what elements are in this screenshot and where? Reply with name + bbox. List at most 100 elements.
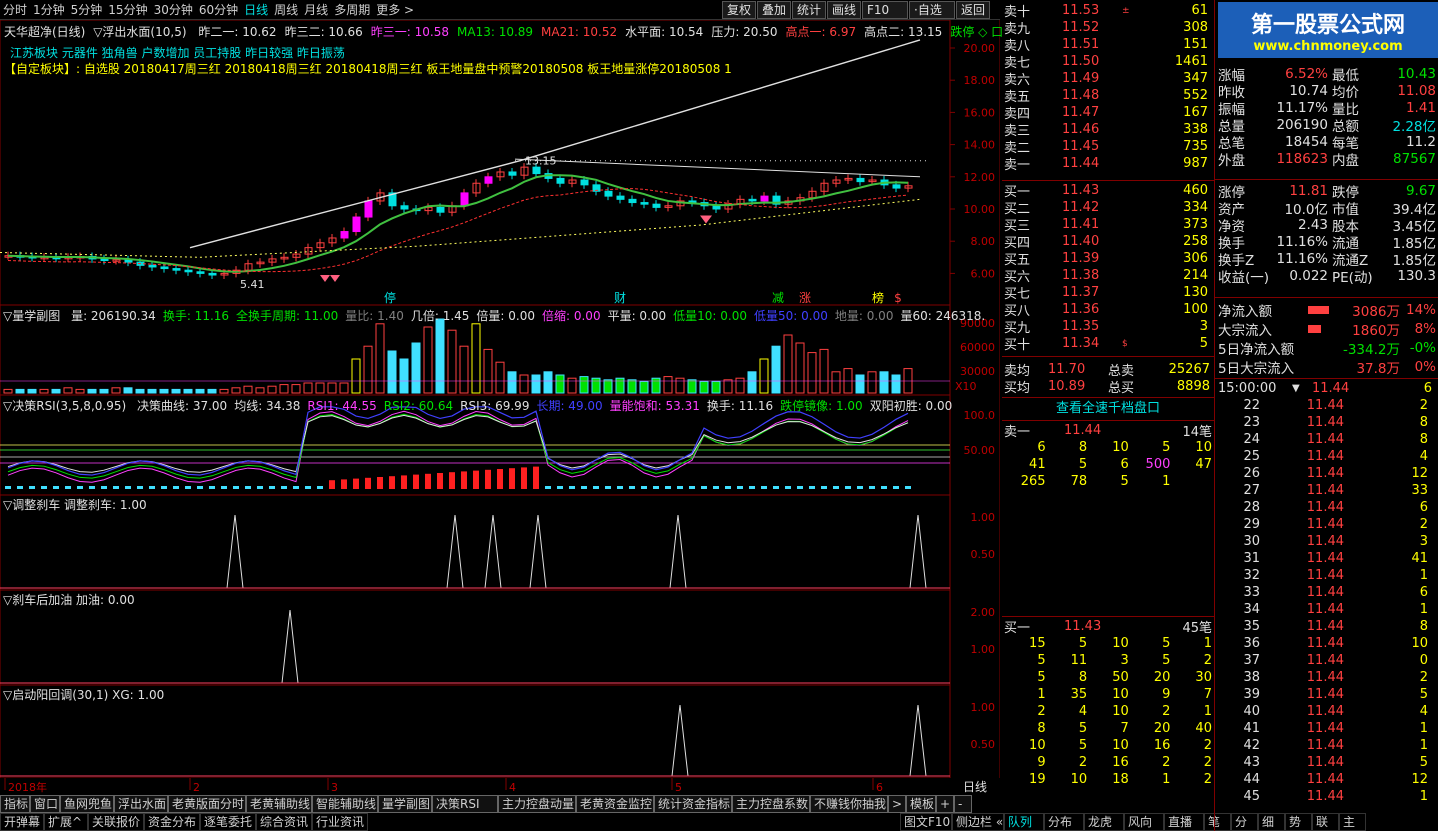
- stat-row: 换手 11.16% 流通 1.85亿: [1218, 233, 1436, 252]
- indicator-tab-17[interactable]: -: [954, 795, 972, 813]
- main-indicator-values: 昨二一: 10.62 昨三二: 10.66 昨三一: 10.58 MA13: 10.8…: [190, 25, 1003, 39]
- volume-panel-title[interactable]: ▽量学副图: [3, 309, 60, 323]
- rsi-energy-bar: [785, 486, 791, 489]
- tick-volume: 1: [1419, 738, 1428, 753]
- period-tab-9[interactable]: 多周期: [331, 1, 373, 18]
- buy-level-row[interactable]: 买十 11.34 $5: [1004, 335, 1212, 353]
- volume-bar: [471, 323, 481, 394]
- period-tab-0[interactable]: 分时: [0, 1, 30, 18]
- rsi-energy-bar: [833, 486, 839, 489]
- period-tab-3[interactable]: 15分钟: [105, 1, 150, 18]
- buy-level-row[interactable]: 买五 11.39 306: [1004, 250, 1212, 268]
- rsi-panel-title[interactable]: ▽决策RSI(3,5,8,0.95): [3, 399, 126, 413]
- period-tab-4[interactable]: 30分钟: [151, 1, 196, 18]
- period-tab-10[interactable]: 更多 >: [373, 1, 417, 18]
- indicator-tab-7[interactable]: 量学副图: [378, 795, 432, 813]
- tick-price: 11.44: [1306, 449, 1344, 464]
- candle-body: [364, 200, 373, 218]
- indicator-tab-10[interactable]: 老黄资金监控: [576, 795, 654, 813]
- function-tab-3[interactable]: 资金分布: [144, 813, 200, 831]
- indicator-tab-6[interactable]: 智能辅助线: [312, 795, 378, 813]
- buy-level-row[interactable]: 买八 11.36 100: [1004, 301, 1212, 319]
- sell-level-row[interactable]: 卖八 11.51 151: [1004, 36, 1212, 54]
- sell-level-row[interactable]: 卖四 11.47 167: [1004, 104, 1212, 122]
- period-tab-7[interactable]: 周线: [271, 1, 301, 18]
- sell-level-row[interactable]: 卖十 11.53 ±61: [1004, 2, 1212, 20]
- toolbar-button-4[interactable]: F10: [862, 1, 908, 19]
- sell-level-row[interactable]: 卖九 11.52 308: [1004, 19, 1212, 37]
- right-bottom-tab-1[interactable]: 侧边栏 «: [952, 813, 1004, 831]
- period-tab-6[interactable]: 日线: [241, 1, 271, 18]
- function-tab-2[interactable]: 关联报价: [88, 813, 144, 831]
- period-tab-2[interactable]: 5分钟: [68, 1, 106, 18]
- period-tab-1[interactable]: 1分钟: [30, 1, 68, 18]
- indicator-tab-16[interactable]: +: [936, 795, 954, 813]
- tick-volume: 10: [1411, 636, 1428, 651]
- toolbar-button-3[interactable]: 画线: [827, 1, 861, 19]
- indicator-tab-8[interactable]: 决策RSI: [432, 795, 498, 813]
- right-bottom-tab-0[interactable]: 图文F10: [900, 813, 952, 831]
- toolbar-button-5[interactable]: ·自选: [909, 1, 955, 19]
- volume-axis-label: 60000: [960, 341, 995, 354]
- function-tab-1[interactable]: 扩展^: [44, 813, 88, 831]
- sell-level-row[interactable]: 卖五 11.48 552: [1004, 87, 1212, 105]
- indicator-tab-2[interactable]: 鱼网兜鱼: [60, 795, 114, 813]
- buy-level-row[interactable]: 买三 11.41 373: [1004, 216, 1212, 234]
- full-queue-link[interactable]: 查看全速千档盘口: [1002, 397, 1214, 421]
- candle-body: [640, 202, 649, 205]
- candle-body: [352, 216, 361, 233]
- indicator-tab-0[interactable]: 指标: [0, 795, 30, 813]
- queue-cell: 10: [1029, 738, 1046, 753]
- function-tab-5[interactable]: 综合资讯: [256, 813, 312, 831]
- buy-level-row[interactable]: 买七 11.37 130: [1004, 284, 1212, 302]
- buy-level-row[interactable]: 买二 11.42 334: [1004, 199, 1212, 217]
- sector-line[interactable]: 江苏板块 元器件 独角兽 户数增加 员工持股 昨日较强 昨日振荡: [10, 44, 345, 61]
- level-name: 买十: [1004, 338, 1031, 353]
- indicator-tab-13[interactable]: 不赚钱你抽我: [810, 795, 888, 813]
- stock-title[interactable]: 天华超净(日线): [4, 25, 85, 39]
- function-tab-6[interactable]: 行业资讯: [312, 813, 368, 831]
- sell-level-row[interactable]: 卖一 11.44 987: [1004, 155, 1212, 173]
- indicator-name[interactable]: ▽浮出水面(10,5): [93, 25, 186, 39]
- toolbar-button-2[interactable]: 统计: [792, 1, 826, 19]
- volume-unit-label: X10: [955, 380, 977, 393]
- indicator-tab-15[interactable]: 模板: [906, 795, 936, 813]
- sell-level-row[interactable]: 卖二 11.45 735: [1004, 138, 1212, 156]
- indicator-tab-11[interactable]: 统计资金指标: [654, 795, 732, 813]
- sell-level-row[interactable]: 卖六 11.49 347: [1004, 70, 1212, 88]
- queue-row: 15 5 10 5 1: [1004, 635, 1212, 652]
- function-tab-4[interactable]: 逐笔委托: [200, 813, 256, 831]
- indicator-tab-9[interactable]: 主力控盘动量: [498, 795, 576, 813]
- level-price: 11.49: [1062, 71, 1100, 86]
- indicator-tab-14[interactable]: >: [888, 795, 906, 813]
- tick-time: 26: [1243, 466, 1260, 481]
- indicator-tab-12[interactable]: 主力控盘系数: [732, 795, 810, 813]
- level-price: 11.45: [1062, 139, 1100, 154]
- queue-cell: 5: [1037, 653, 1046, 668]
- buy-level-row[interactable]: 买六 11.38 214: [1004, 267, 1212, 285]
- level-volume: 347: [1183, 71, 1208, 86]
- toolbar-button-6[interactable]: 返回: [956, 1, 990, 19]
- tick-volume: 4: [1419, 704, 1428, 719]
- volume-bar: [735, 377, 745, 394]
- buy-level-row[interactable]: 买四 11.40 258: [1004, 233, 1212, 251]
- adj-panel-title[interactable]: ▽调整刹车 调整刹车: 1.00: [3, 496, 147, 513]
- function-tab-0[interactable]: 开弹幕: [0, 813, 44, 831]
- period-tab-8[interactable]: 月线: [301, 1, 331, 18]
- sell-level-row[interactable]: 卖七 11.50 1461: [1004, 53, 1212, 71]
- toolbar-button-0[interactable]: 复权: [722, 1, 756, 19]
- period-tab-5[interactable]: 60分钟: [196, 1, 241, 18]
- indicator-tab-5[interactable]: 老黄辅助线: [246, 795, 312, 813]
- volume-bar: [15, 388, 25, 394]
- indicator-tab-4[interactable]: 老黄版面分时: [168, 795, 246, 813]
- toolbar-button-1[interactable]: 叠加: [757, 1, 791, 19]
- indicator-tab-3[interactable]: 浮出水面: [114, 795, 168, 813]
- buy-level-row[interactable]: 买九 11.35 3: [1004, 318, 1212, 336]
- sell-level-row[interactable]: 卖三 11.46 338: [1004, 121, 1212, 139]
- buy-level-row[interactable]: 买一 11.43 460: [1004, 182, 1212, 200]
- tick-price: 11.44: [1306, 738, 1344, 753]
- start-panel-title[interactable]: ▽启动阳回调(30,1) XG: 1.00: [3, 686, 164, 703]
- sort-icon[interactable]: ▼: [1292, 383, 1312, 394]
- indicator-tab-1[interactable]: 窗口: [30, 795, 60, 813]
- brake-panel-title[interactable]: ▽刹车后加油 加油: 0.00: [3, 591, 135, 608]
